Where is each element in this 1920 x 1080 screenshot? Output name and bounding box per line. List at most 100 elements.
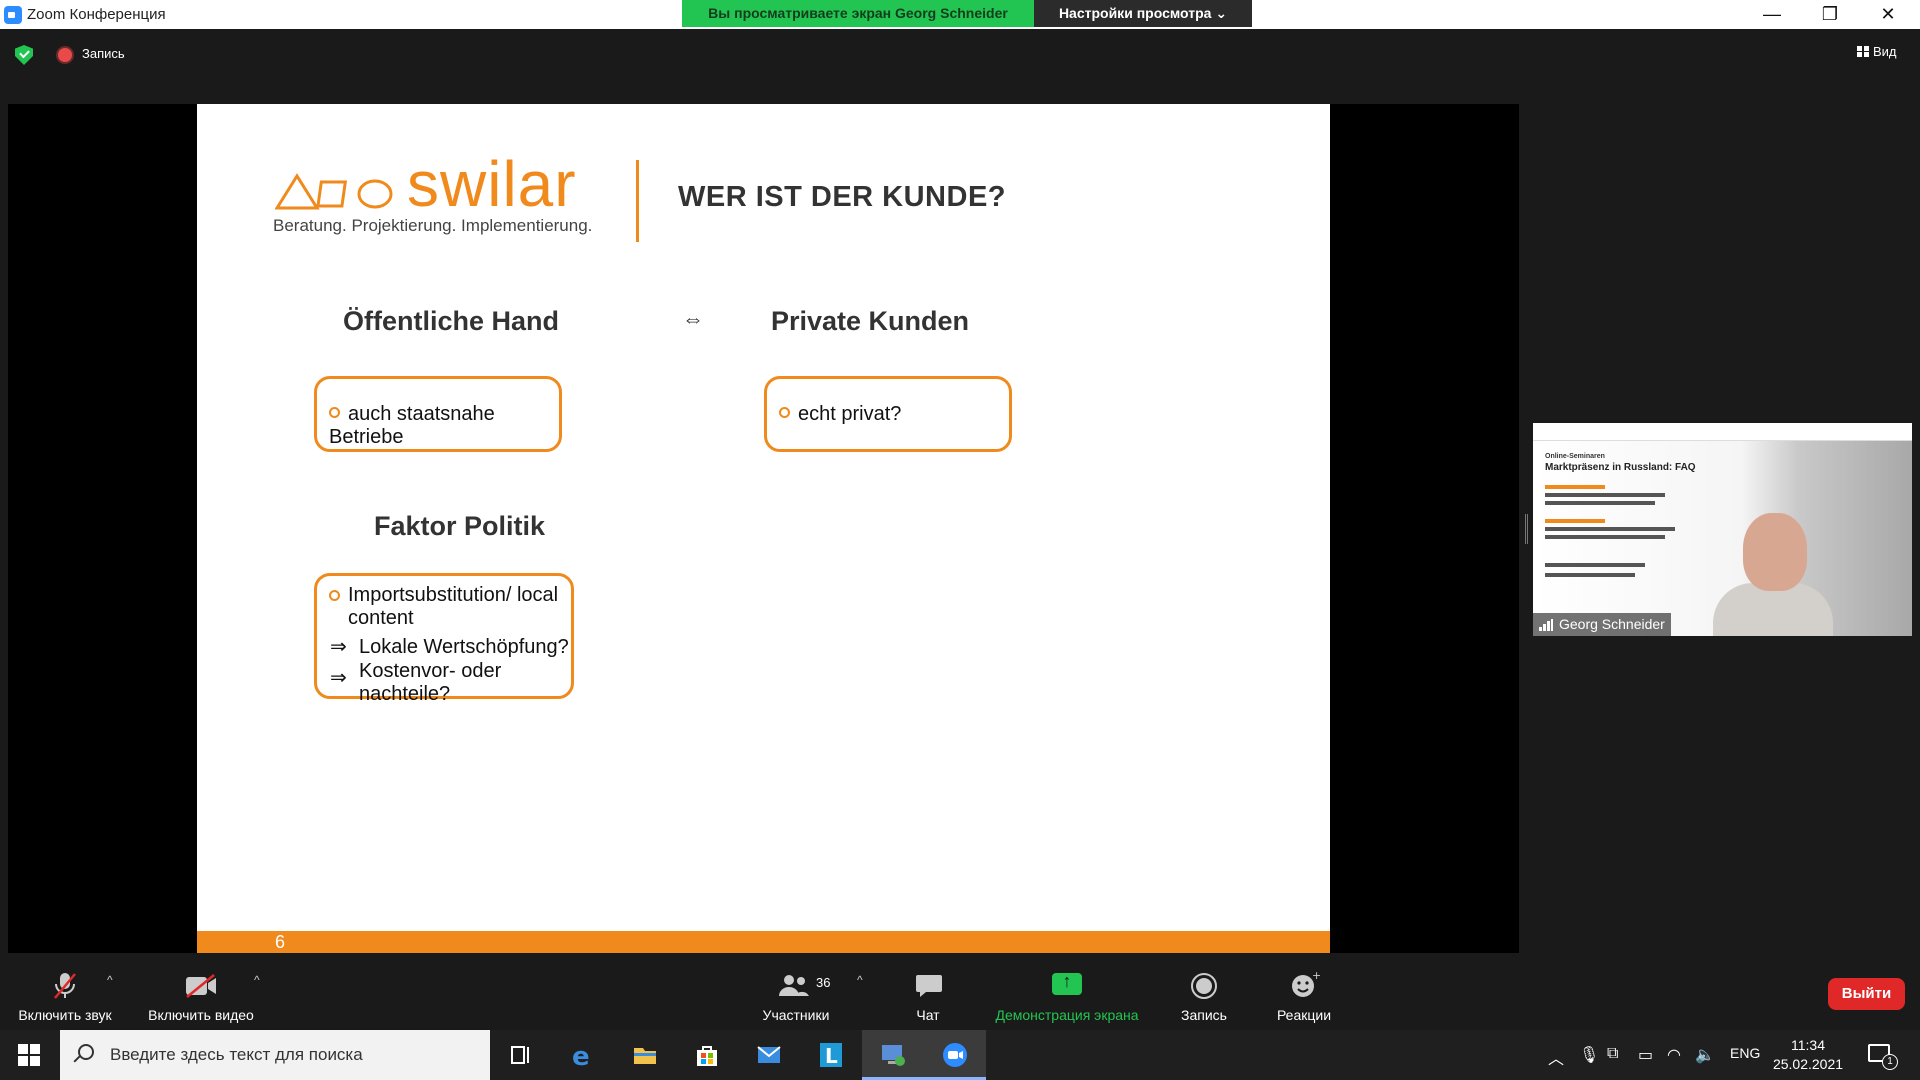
right-heading: Private Kunden (771, 306, 970, 336)
participant-video-tile[interactable]: Online-Seminaren Marktpräsenz in Russlan… (1533, 423, 1912, 636)
panel-resize-handle[interactable] (1525, 514, 1528, 544)
shared-screen-area: swilar Beratung. Projektierung. Implemen… (8, 104, 1519, 953)
poster-line (1545, 519, 1605, 523)
network-app-button[interactable] (862, 1030, 924, 1080)
view-options-label: Настройки просмотра (1058, 5, 1212, 21)
video-options-caret-icon[interactable]: ^ (254, 973, 260, 987)
implication-arrow-icon: ⇒ (330, 636, 347, 658)
windows-start-icon[interactable] (18, 1044, 40, 1066)
store-app-button[interactable] (676, 1030, 738, 1080)
poster-line (1545, 485, 1605, 489)
encryption-shield-icon[interactable] (15, 45, 33, 65)
network-status-icon[interactable]: ⧉ (1607, 1045, 1618, 1063)
participant-camera-feed (1713, 513, 1833, 636)
participants-count: 36 (816, 975, 831, 990)
search-icon (78, 1044, 94, 1060)
microphone-tray-icon[interactable]: 🎙 (1579, 1045, 1599, 1065)
taskbar-clock[interactable]: 11:34 25.02.2021 (1760, 1036, 1856, 1074)
grid-icon (1857, 46, 1869, 57)
lync-app-button[interactable]: L (800, 1030, 862, 1080)
poster-title: Marktpräsenz in Russland: FAQ (1545, 462, 1696, 473)
reactions-label: Реакции (1276, 1007, 1332, 1023)
list-item: Importsubstitution/ local content (329, 584, 565, 630)
leave-meeting-button[interactable]: Выйти (1828, 978, 1905, 1010)
battery-icon[interactable]: ▭ (1638, 1045, 1653, 1065)
file-explorer-button[interactable] (614, 1030, 676, 1080)
participant-name-tag: Georg Schneider (1533, 613, 1671, 636)
task-view-icon (511, 1046, 529, 1064)
bullet-circle-icon (329, 407, 340, 418)
edge-app-button[interactable]: e (552, 1030, 614, 1080)
svg-text:L: L (825, 1044, 838, 1068)
language-indicator[interactable]: ENG (1730, 1045, 1760, 1061)
chat-icon (916, 975, 942, 997)
volume-icon[interactable]: 🔈 (1695, 1045, 1715, 1065)
record-button[interactable]: Запись (1168, 953, 1240, 1030)
view-button[interactable]: Вид (1847, 41, 1907, 65)
search-placeholder: Введите здесь текст для поиска (110, 1045, 363, 1064)
poster-line (1545, 535, 1665, 539)
notification-count-badge: 1 (1882, 1054, 1898, 1070)
reactions-button[interactable]: + Реакции (1264, 953, 1344, 1030)
list-item: auch staatsnahe Betriebe (329, 403, 559, 449)
share-screen-icon (1052, 971, 1082, 995)
task-view-button[interactable] (490, 1030, 552, 1080)
chevron-down-icon: ⌄ (1215, 5, 1228, 21)
restore-button[interactable]: ❐ (1801, 0, 1859, 29)
folder-icon (634, 1048, 656, 1064)
view-label: Вид (1873, 44, 1897, 59)
politics-box: Importsubstitution/ local content ⇒ Loka… (314, 573, 574, 705)
right-box-text: echt privat? (798, 403, 902, 425)
smiley-icon: + (1292, 970, 1320, 997)
minimize-button[interactable]: — (1743, 0, 1801, 29)
wifi-icon[interactable]: ◠ (1667, 1045, 1681, 1065)
window-title: Zoom Конференция (27, 6, 166, 23)
participants-options-caret-icon[interactable]: ^ (857, 973, 863, 987)
unmute-button[interactable]: Включить звук (10, 953, 120, 1030)
meeting-top-strip: Запись Вид (0, 29, 1920, 103)
start-video-button[interactable]: Включить видео (140, 953, 262, 1030)
record-label: Запись (1181, 1007, 1227, 1023)
right-box: echt privat? (764, 376, 1012, 452)
l-app-icon: L (820, 1043, 842, 1068)
recording-label: Запись (82, 46, 125, 61)
left-heading: Öffentliche Hand (343, 306, 560, 336)
bullet-circle-icon (329, 590, 340, 601)
participants-button[interactable]: 36 Участники (752, 953, 840, 1030)
exchange-arrow-icon: ⇔ (682, 306, 704, 331)
politics-heading: Faktor Politik (374, 511, 546, 541)
slide-page-number: 6 (275, 932, 286, 952)
edge-browser-icon: e (572, 1042, 590, 1068)
windows-taskbar: Введите здесь текст для поиска e L ︿ 🎙 ⧉… (0, 1030, 1920, 1080)
close-button[interactable]: ✕ (1859, 0, 1917, 29)
chat-button[interactable]: Чат (898, 953, 958, 1030)
zoom-app-icon (4, 6, 22, 24)
signal-strength-icon (1539, 619, 1553, 631)
mail-app-button[interactable] (738, 1030, 800, 1080)
meeting-toolbar: Включить звук ^ Включить видео ^ 36 Учас… (0, 953, 1920, 1030)
left-box-text: auch staatsnahe Betriebe (329, 403, 495, 448)
svg-text:e: e (572, 1042, 590, 1068)
share-screen-button[interactable]: Демонстрация экрана (982, 953, 1152, 1030)
participants-icon (779, 975, 809, 996)
start-video-label: Включить видео (148, 1007, 254, 1023)
window-titlebar: Zoom Конференция Вы просматриваете экран… (0, 0, 1920, 29)
video-off-icon (186, 974, 216, 998)
slide-title: WER IST DER KUNDE? (678, 181, 1006, 213)
poster-subtitle: Online-Seminaren (1545, 453, 1605, 460)
recording-indicator-icon (58, 48, 72, 62)
participant-name: Georg Schneider (1559, 616, 1665, 632)
poster-line (1545, 563, 1645, 567)
swilar-tagline: Beratung. Projektierung. Implementierung… (273, 216, 593, 235)
zoom-icon (943, 1043, 967, 1067)
audio-options-caret-icon[interactable]: ^ (107, 973, 113, 987)
header-divider (636, 160, 639, 242)
taskbar-search-box[interactable]: Введите здесь текст для поиска (60, 1030, 490, 1080)
share-screen-label: Демонстрация экрана (995, 1007, 1139, 1023)
politics-item-3: Kostenvor- oder nachteile? (359, 660, 502, 705)
view-options-button[interactable]: Настройки просмотра ⌄ (1034, 0, 1252, 27)
show-hidden-icons-chevron-icon[interactable]: ︿ (1548, 1045, 1564, 1069)
participants-label: Участники (762, 1007, 830, 1023)
swilar-logo-shapes-icon (275, 173, 393, 210)
zoom-taskbar-button[interactable] (924, 1030, 986, 1080)
